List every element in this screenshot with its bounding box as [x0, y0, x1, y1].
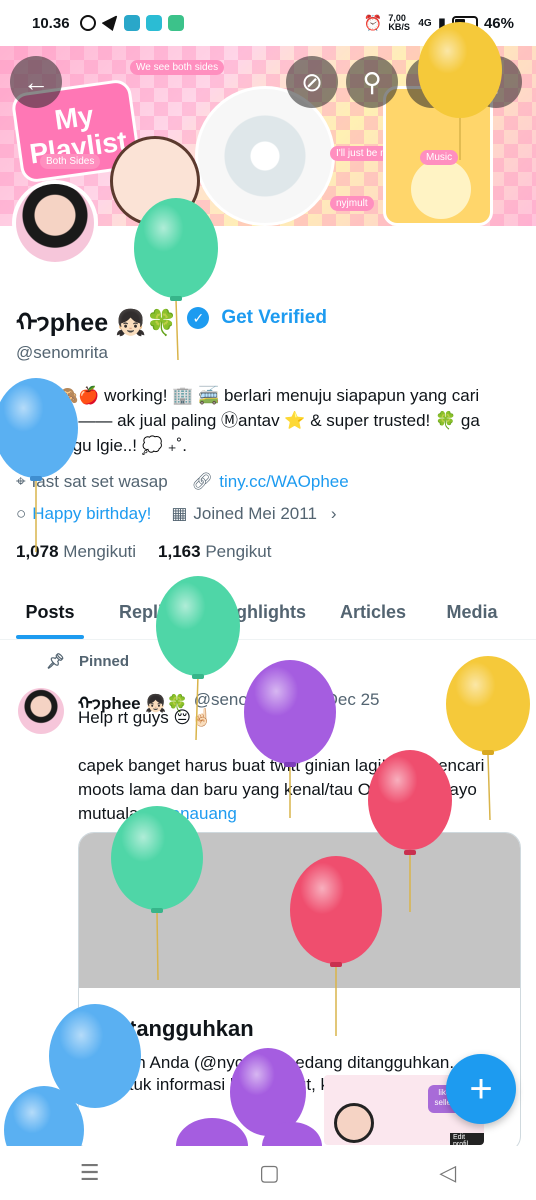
following-label: Mengikuti: [63, 542, 137, 561]
grok-button[interactable]: ⊘: [286, 56, 338, 108]
following-count: 1,078: [16, 542, 59, 561]
tab-media[interactable]: Media: [444, 586, 500, 639]
network-speed: 7,00 KB/S: [388, 13, 410, 32]
balloon-blue-3: [4, 1086, 84, 1146]
banner-girl-illustration: [110, 136, 200, 226]
shop-icon: [123, 15, 140, 31]
follow-stats: 1,078 Mengikuti 1,163 Pengikut: [16, 542, 272, 562]
telegram-icon: [101, 15, 118, 31]
website-link[interactable]: tiny.cc/WAOphee: [219, 472, 348, 492]
clock: 10.36: [32, 14, 70, 32]
grok-icon: ⊘: [301, 66, 323, 97]
verified-badge-icon: ✓: [187, 307, 210, 329]
tab-highlights[interactable]: Highlights: [216, 586, 308, 639]
back-nav-icon[interactable]: ◁: [439, 1160, 456, 1186]
home-icon[interactable]: ▢: [259, 1160, 280, 1186]
profile-bio: ⋆ ˚. ⋆🙈🍎 working! 🏢 🚎 berlari menuju sia…: [16, 386, 480, 455]
tab-posts[interactable]: Posts: [16, 586, 84, 639]
tab-articles[interactable]: Articles: [338, 586, 408, 639]
joined-date: Joined Mei 2011: [193, 504, 317, 523]
notification-icons: [79, 15, 184, 31]
followers-stat[interactable]: 1,163 Pengikut: [158, 542, 271, 562]
banner-tag: nyjmult: [330, 196, 374, 211]
location-icon: ⌖: [16, 472, 26, 491]
profile-meta-row-2: ○ Happy birthday! ▦ Joined Mei 2011 ›: [16, 504, 337, 524]
banner-tag: Both Sides: [40, 154, 101, 169]
profile-tabs: Posts Replies Highlights Articles Media: [0, 586, 536, 640]
edit-button[interactable]: ✎: [406, 56, 458, 108]
preview-face-image: [334, 1103, 374, 1143]
profile-meta-row: ⌖ fast sat set wasap 🔗︎ tiny.cc/WAOphee: [16, 472, 349, 492]
back-arrow-icon: ←: [23, 66, 49, 97]
more-vertical-icon: ⋮: [483, 66, 509, 97]
plus-icon: +: [469, 1066, 493, 1111]
status-right: ⏰ 7,00 KB/S 4G ▮ 46%: [363, 13, 514, 33]
signal-type: 4G: [418, 17, 432, 29]
banner-tag: We see both sides: [130, 60, 225, 75]
search-icon: ⚲: [362, 66, 382, 97]
followers-count: 1,163: [158, 542, 201, 561]
whatsapp-icon: [79, 15, 96, 31]
followers-label: Pengikut: [205, 542, 272, 561]
birthday-link[interactable]: Happy birthday!: [32, 504, 151, 524]
preview-button[interactable]: Edit profil: [450, 1133, 484, 1145]
recent-apps-icon[interactable]: ☰: [80, 1160, 100, 1186]
tweet-avatar[interactable]: [18, 688, 64, 734]
banner-tag: Music: [420, 150, 459, 165]
back-button[interactable]: ←: [10, 56, 62, 108]
chat-icon: [145, 15, 162, 31]
battery-icon: [451, 16, 478, 30]
pin-icon: 📌︎: [46, 653, 66, 670]
tweet-text: Help rt guys 😔☝🏻 capek banget harus buat …: [78, 706, 528, 826]
profile-name: ᡣ𐭩phee 👧🏻🍀: [16, 309, 178, 337]
pinned-indicator: 📌︎ Pinned: [46, 652, 130, 671]
card-image-placeholder: [79, 833, 520, 988]
signal-icon: ▮: [437, 15, 446, 32]
calendar-icon: ▦: [171, 504, 188, 523]
link-icon: 🔗︎: [191, 472, 214, 491]
avatar-image: [16, 184, 94, 262]
tab-replies[interactable]: Replies: [118, 586, 184, 639]
battery-level: 46%: [483, 14, 514, 32]
get-verified-link[interactable]: Get Verified: [221, 307, 327, 329]
tweet-line2: capek banget harus buat twitt ginian lag…: [78, 756, 485, 823]
compose-post-button[interactable]: +: [446, 1054, 516, 1124]
following-stat[interactable]: 1,078 Mengikuti: [16, 542, 136, 562]
pinned-label: Pinned: [79, 652, 130, 670]
download-icon: [167, 15, 184, 31]
profile-handle: @senomrita: [16, 343, 108, 362]
balloon-icon: ○: [16, 504, 27, 523]
status-bar: 10.36 ⏰ 7,00 KB/S 4G ▮ 46%: [0, 0, 536, 46]
hashtag-link[interactable]: #zonauang: [153, 804, 237, 823]
tweet-line1: Help rt guys 😔☝🏻: [78, 708, 213, 727]
system-navigation-bar: ☰ ▢ ◁: [0, 1146, 536, 1200]
pencil-icon: ✎: [421, 66, 443, 97]
search-button[interactable]: ⚲: [346, 56, 398, 108]
profile-avatar[interactable]: [12, 180, 98, 266]
card-title: Ditangguhkan: [107, 1016, 254, 1041]
alarm-icon: ⏰: [363, 15, 383, 32]
chevron-right-icon[interactable]: ›: [331, 504, 337, 524]
profile-name-row: ᡣ𐭩phee 👧🏻🍀 ✓ Get Verified: [16, 296, 327, 340]
more-button[interactable]: ⋮: [470, 56, 522, 108]
location-text: fast sat set wasap: [31, 472, 168, 491]
